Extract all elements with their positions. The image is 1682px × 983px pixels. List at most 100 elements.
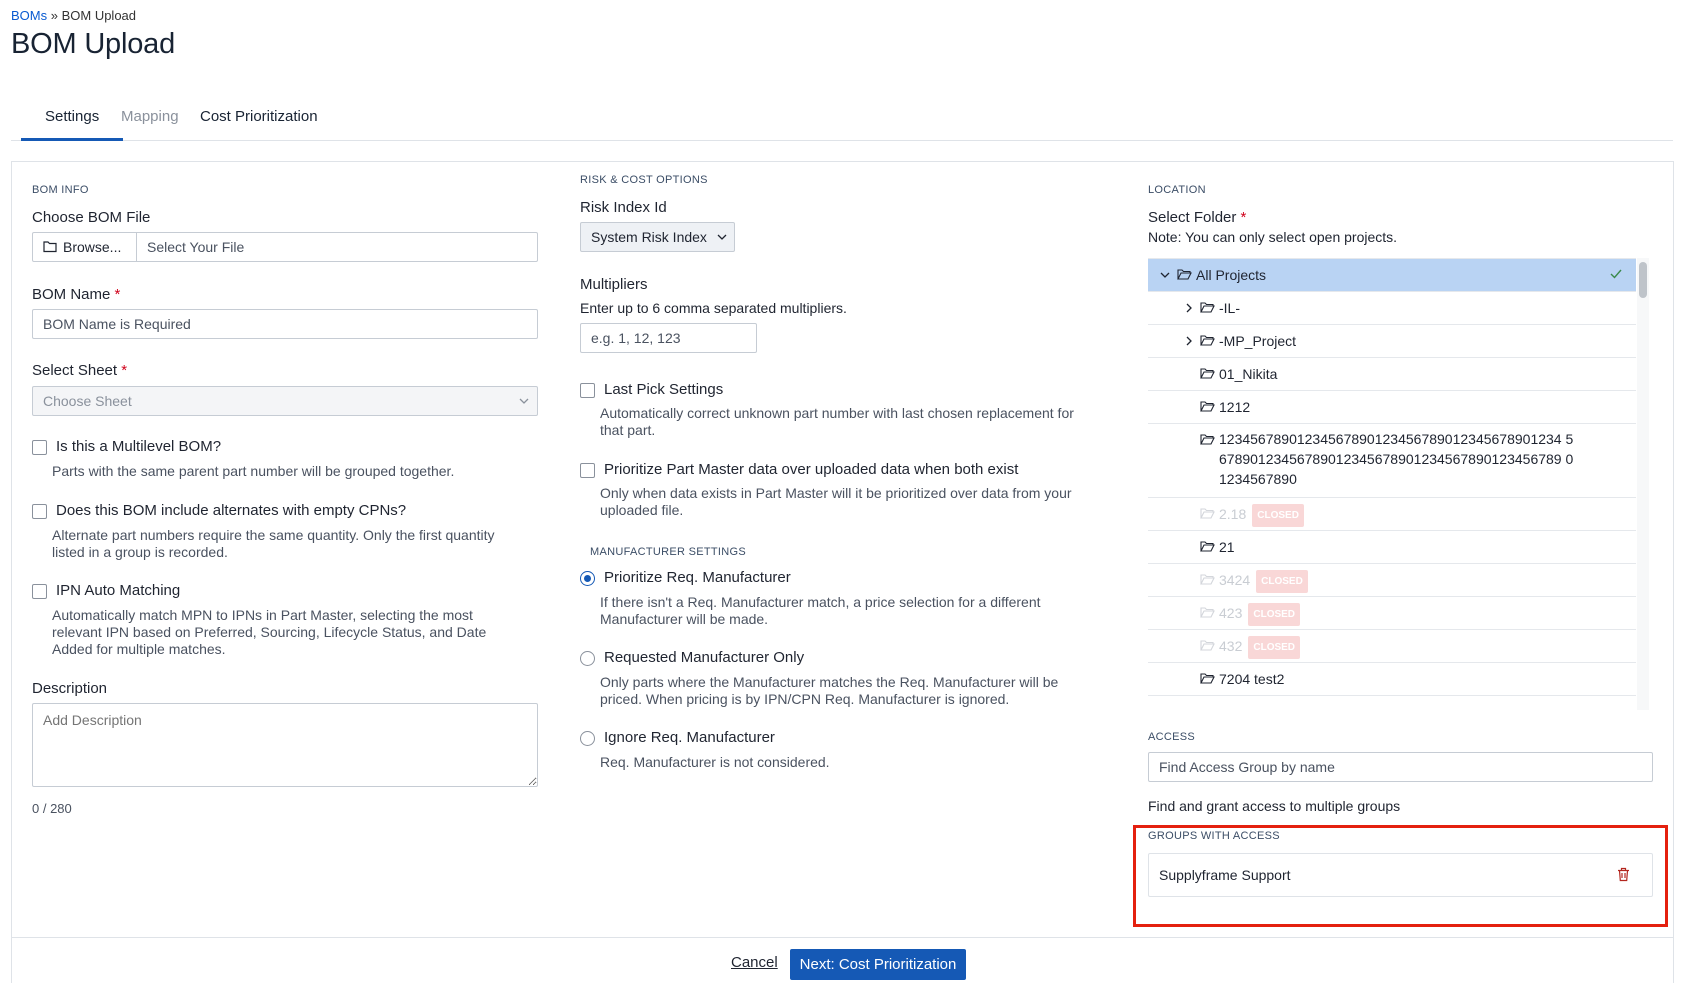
scrollbar-thumb[interactable] xyxy=(1639,262,1647,298)
select-sheet-label-text: Select Sheet xyxy=(32,362,118,379)
access-heading: ACCESS xyxy=(1148,731,1196,743)
last-pick-help-line: Automatically correct unknown part numbe… xyxy=(600,405,1074,421)
required-mark: * xyxy=(1240,209,1247,226)
tree-node-1212[interactable]: 1212 xyxy=(1148,391,1636,424)
folder-open-icon xyxy=(1200,639,1215,652)
next-cost-prioritization-button[interactable]: Next: Cost Prioritization xyxy=(790,949,966,980)
folder-open-icon xyxy=(1200,301,1215,314)
folder-open-icon xyxy=(1200,400,1215,413)
access-group-search-input[interactable]: Find Access Group by name xyxy=(1148,752,1653,782)
select-folder-label-text: Select Folder xyxy=(1148,209,1237,226)
requested-manufacturer-only-radio[interactable] xyxy=(580,651,595,666)
alternates-help-line: listed in a group is recorded. xyxy=(52,544,228,560)
closed-badge: CLOSED xyxy=(1252,504,1304,527)
select-folder-note: Note: You can only select open projects. xyxy=(1148,229,1398,245)
tree-node-long-number[interactable]: 1234567890123456789012345678901234567890… xyxy=(1148,424,1636,498)
breadcrumb-boms-link[interactable]: BOMs xyxy=(11,8,47,23)
tree-node-3424: 3424 CLOSED xyxy=(1148,564,1636,597)
tree-node-label: 1234567890123456789012345678901234567890… xyxy=(1219,429,1573,489)
tree-node-label-line: 6789012345678901234567890123456789012345… xyxy=(1219,451,1574,467)
tree-node-432: 432 CLOSED xyxy=(1148,630,1636,663)
tree-node-21[interactable]: 21 xyxy=(1148,531,1636,564)
tab-cost-prioritization[interactable]: Cost Prioritization xyxy=(176,104,342,141)
chevron-down-icon xyxy=(1160,272,1170,279)
risk-index-label: Risk Index Id xyxy=(580,199,667,216)
tree-node-name: 432 xyxy=(1219,638,1243,654)
risk-index-value: System Risk Index xyxy=(591,229,707,245)
required-mark: * xyxy=(114,286,121,303)
chevron-right-icon xyxy=(1186,303,1193,313)
prioritize-req-manufacturer-help: If there isn't a Req. Manufacturer match… xyxy=(600,594,1041,628)
part-master-label: Prioritize Part Master data over uploade… xyxy=(604,461,1019,478)
tree-node-label: 2.18 CLOSED xyxy=(1219,504,1304,527)
tree-node-label-line: 1234567890 xyxy=(1219,471,1297,487)
bom-name-label: BOM Name * xyxy=(32,286,120,303)
folder-open-icon xyxy=(1200,433,1215,446)
folder-open-icon xyxy=(1177,268,1192,281)
part-master-help-line: Only when data exists in Part Master wil… xyxy=(600,485,1072,501)
opt1-help-line: If there isn't a Req. Manufacturer match… xyxy=(600,594,1041,610)
requested-manufacturer-only-label: Requested Manufacturer Only xyxy=(604,649,805,666)
risk-index-select[interactable]: System Risk Index xyxy=(580,222,735,252)
required-mark: * xyxy=(121,362,128,379)
description-char-count: 0 / 280 xyxy=(32,801,72,816)
multilevel-label: Is this a Multilevel BOM? xyxy=(56,438,222,455)
cancel-button[interactable]: Cancel xyxy=(731,954,778,971)
alternates-checkbox[interactable] xyxy=(32,504,47,519)
closed-badge: CLOSED xyxy=(1256,570,1308,593)
multilevel-checkbox[interactable] xyxy=(32,440,47,455)
folder-tree-scrollbar[interactable] xyxy=(1637,258,1649,710)
browse-button-label: Browse... xyxy=(63,239,122,255)
trash-icon[interactable] xyxy=(1617,867,1630,882)
select-sheet-label: Select Sheet * xyxy=(32,362,127,379)
description-textarea[interactable] xyxy=(32,703,538,787)
prioritize-req-manufacturer-radio[interactable] xyxy=(580,571,595,586)
tree-node-name: 3424 xyxy=(1219,572,1251,588)
alternates-help: Alternate part numbers require the same … xyxy=(52,527,495,561)
tree-node-01-nikita[interactable]: 01_Nikita xyxy=(1148,358,1636,391)
folder-open-icon xyxy=(1200,672,1215,685)
breadcrumb-current: BOM Upload xyxy=(61,8,137,23)
tree-node-7204-test2[interactable]: 7204 test2 xyxy=(1148,663,1636,696)
folder-open-icon xyxy=(1200,606,1215,619)
last-pick-label: Last Pick Settings xyxy=(604,381,724,398)
last-pick-checkbox[interactable] xyxy=(580,383,595,398)
ipn-auto-matching-label: IPN Auto Matching xyxy=(56,582,181,599)
opt2-help-line: Only parts where the Manufacturer matche… xyxy=(600,674,1059,690)
ignore-req-manufacturer-label: Ignore Req. Manufacturer xyxy=(604,729,775,746)
ignore-req-manufacturer-radio[interactable] xyxy=(580,731,595,746)
tree-node-label-line: 1234567890123456789012345678901234567890… xyxy=(1219,431,1574,447)
description-label: Description xyxy=(32,680,108,697)
tree-node-all-projects[interactable]: All Projects xyxy=(1148,259,1636,292)
tab-bar: Settings Mapping Cost Prioritization xyxy=(11,104,1673,141)
opt2-help-line: priced. When pricing is by IPN/CPN Req. … xyxy=(600,691,1010,707)
part-master-checkbox[interactable] xyxy=(580,463,595,478)
folder-open-icon xyxy=(1200,507,1215,520)
tree-node-label: -MP_Project xyxy=(1219,333,1297,349)
alternates-label: Does this BOM include alternates with em… xyxy=(56,502,407,519)
part-master-help: Only when data exists in Part Master wil… xyxy=(600,485,1072,519)
select-sheet-dropdown[interactable]: Choose Sheet xyxy=(32,386,538,416)
tree-node-il[interactable]: -IL- xyxy=(1148,292,1636,325)
tree-node-label: All Projects xyxy=(1196,267,1267,283)
tree-node-mp-project[interactable]: -MP_Project xyxy=(1148,325,1636,358)
folder-tree[interactable]: All Projects -IL- -MP_Project 01_Nikita … xyxy=(1148,258,1636,710)
chevron-down-icon xyxy=(717,234,727,241)
tree-node-423: 423 CLOSED xyxy=(1148,597,1636,630)
tree-node-2-18: 2.18 CLOSED xyxy=(1148,498,1636,531)
folder-icon xyxy=(43,240,57,253)
tree-node-label: 7204 test2 xyxy=(1219,671,1285,687)
ipn-help-line: relevant IPN based on Preferred, Sourcin… xyxy=(52,624,487,640)
file-picker[interactable]: Browse... Select Your File xyxy=(32,232,538,262)
breadcrumb-separator: » xyxy=(47,8,62,23)
chevron-down-icon xyxy=(519,398,529,405)
ipn-auto-matching-checkbox[interactable] xyxy=(32,584,47,599)
folder-open-icon xyxy=(1200,573,1215,586)
ignore-req-manufacturer-help: Req. Manufacturer is not considered. xyxy=(600,754,830,770)
bom-name-label-text: BOM Name xyxy=(32,286,111,303)
risk-cost-heading: RISK & COST OPTIONS xyxy=(580,174,708,186)
bom-name-input[interactable]: BOM Name is Required xyxy=(32,309,538,339)
browse-button[interactable]: Browse... xyxy=(33,233,137,261)
folder-open-icon xyxy=(1200,334,1215,347)
multipliers-input[interactable]: e.g. 1, 12, 123 xyxy=(580,323,757,353)
